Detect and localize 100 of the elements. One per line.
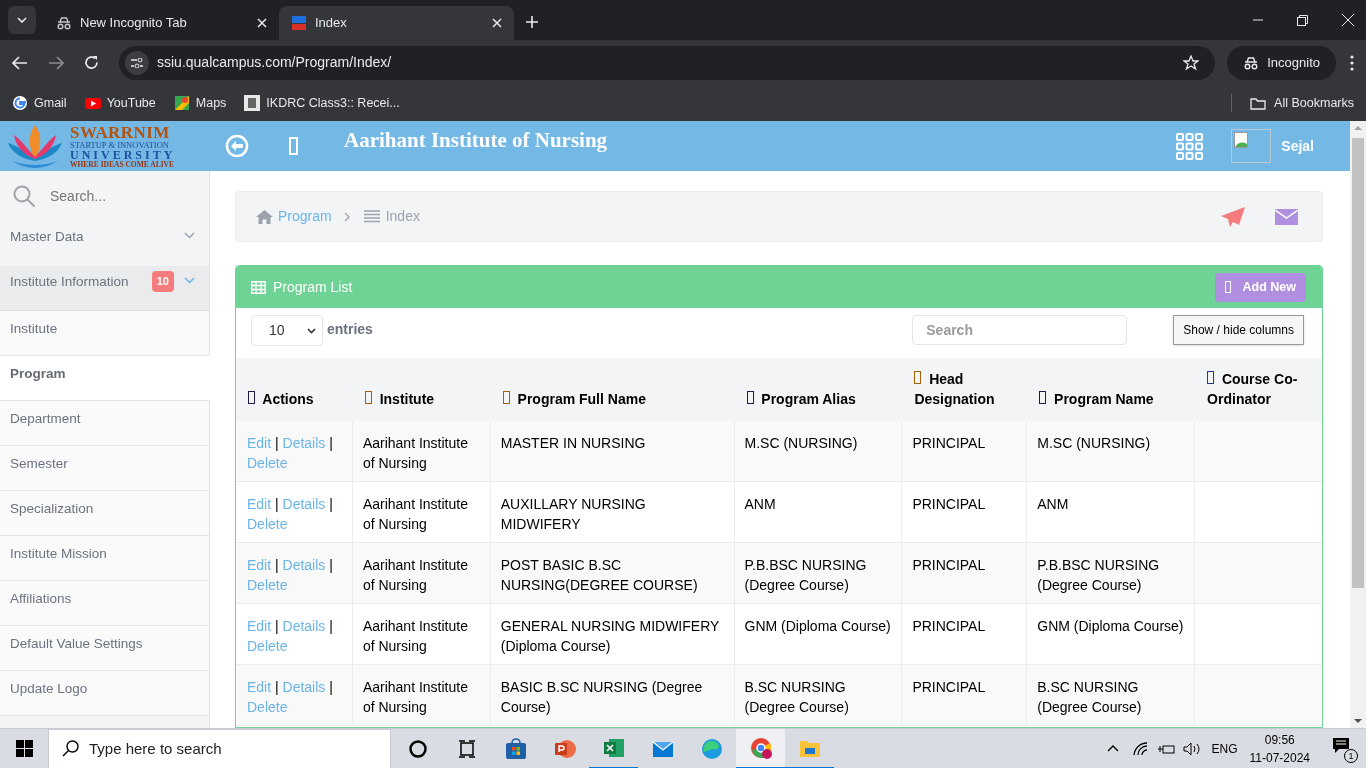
bookmark-link[interactable]: YouTube	[84, 93, 156, 113]
column-header[interactable]: Institute	[352, 358, 491, 421]
image-placeholder-icon	[1234, 132, 1251, 148]
menu-icon[interactable]	[1350, 54, 1354, 71]
show-hide-columns-button[interactable]: Show / hide columns	[1173, 315, 1304, 345]
missing-glyph-icon	[1039, 391, 1047, 404]
separator-text: |	[329, 496, 333, 512]
address-bar[interactable]: ssiu.qualcampus.com/Program/Index/	[119, 45, 1216, 80]
panel-title: Program List	[251, 276, 353, 298]
column-header[interactable]: Program Name	[1027, 358, 1196, 421]
add-new-button[interactable]: Add New	[1214, 272, 1306, 302]
presentation-app-icon	[553, 737, 576, 760]
sidebar-link[interactable]: Department	[0, 401, 209, 446]
table-cell: Aarihant Institute of Nursing	[352, 421, 491, 481]
new-tab-icon[interactable]	[526, 16, 538, 28]
caret-icon	[307, 327, 316, 334]
table-cell: B.SC NURSING (Degree Course)	[734, 665, 903, 725]
sidebar-link[interactable]: Default Value Settings	[0, 626, 209, 671]
chevron-right-icon	[343, 211, 350, 222]
mail-icon[interactable]	[1275, 208, 1298, 225]
separator-text: |	[275, 496, 279, 512]
sidebar-link[interactable]: Program	[0, 356, 210, 401]
table-cell: Aarihant Institute of Nursing	[352, 665, 491, 725]
logo-wordmark: SWARRNIM	[70, 123, 171, 141]
separator-text: |	[275, 679, 279, 695]
sidebar-link[interactable]: Specialization	[0, 491, 209, 536]
table-cell: Aarihant Institute of Nursing	[352, 482, 491, 542]
missing-glyph-icon	[364, 391, 372, 404]
table-cell: PRINCIPAL	[902, 543, 1028, 603]
sidebar-link[interactable]: Institute Mission	[0, 536, 209, 581]
table-cell: PRINCIPAL	[902, 665, 1028, 725]
missing-glyph-icon	[502, 391, 510, 404]
close-icon[interactable]	[257, 18, 267, 28]
table-icon	[251, 280, 266, 294]
separator-text: |	[329, 679, 333, 695]
tab-search-button[interactable]	[8, 6, 36, 34]
breadcrumb-current: Index	[363, 206, 420, 227]
column-header[interactable]: Actions	[236, 358, 353, 421]
restore-icon[interactable]	[1297, 14, 1308, 26]
column-header[interactable]: Program Full Name	[490, 358, 735, 421]
table-cell: GNM (Diploma Course)	[734, 604, 903, 664]
sidebar-search-field[interactable]: Search...	[50, 185, 180, 207]
back-icon[interactable]	[12, 55, 28, 70]
sidebar-link[interactable]: Affiliations	[0, 581, 209, 626]
sidebar-link[interactable]: Institute	[0, 311, 209, 356]
table-cell: P.B.BSC NURSING (Degree Course)	[1027, 543, 1196, 603]
reload-icon[interactable]	[84, 55, 99, 70]
search-icon	[12, 184, 36, 208]
cortana-icon	[406, 737, 429, 760]
table-cell: POST BASIC B.SC NURSING(DEGREE COURSE)	[490, 543, 735, 603]
close-icon[interactable]	[1342, 14, 1354, 26]
bookmark-link[interactable]: Maps	[173, 93, 227, 113]
logo-wordmark: UNIVERSITY	[70, 149, 176, 161]
close-icon[interactable]	[492, 18, 502, 28]
speaker-icon[interactable]	[1183, 741, 1202, 756]
table-cell: PRINCIPAL	[902, 604, 1028, 664]
table-cell: BASIC B.SC NURSING (Degree Course)	[490, 665, 735, 725]
map-pin-icon	[173, 95, 190, 111]
browser-tab[interactable]: New Incognito Tab	[44, 6, 279, 40]
missing-glyph-icon	[914, 371, 922, 384]
browser-tab[interactable]: Index	[279, 6, 514, 40]
wifi-icon[interactable]	[1133, 741, 1150, 756]
spreadsheet-app-icon	[602, 736, 625, 759]
list-icon	[363, 210, 380, 223]
incognito-button[interactable]: Incognito	[1227, 45, 1336, 80]
column-header[interactable]: Program Alias	[734, 358, 903, 421]
language-indicator[interactable]: ENG	[1211, 739, 1238, 758]
separator-text: |	[329, 435, 333, 451]
sidebar-link[interactable]: Semester	[0, 446, 209, 491]
all-bookmarks-button[interactable]: All Bookmarks	[1250, 93, 1354, 113]
sidebar-link[interactable]: Update Logo	[0, 671, 209, 716]
star-icon[interactable]	[1183, 54, 1200, 71]
separator-text: |	[275, 557, 279, 573]
chat-bubble-icon	[1332, 736, 1350, 754]
page-size-select[interactable]: 10	[251, 315, 323, 346]
sidebar-group[interactable]: Institute Information 10	[0, 266, 209, 311]
table-cell: P.B.BSC NURSING (Degree Course)	[734, 543, 903, 603]
column-header[interactable]: Course Co-Ordinator	[1195, 358, 1322, 421]
missing-glyph-icon	[1207, 371, 1215, 384]
institute-title: Aarihant Institute of Nursing	[344, 127, 608, 154]
bookmark-link[interactable]: IKDRC Class3:: Recei...	[244, 93, 400, 113]
table-search-field[interactable]: Search	[912, 315, 1128, 345]
scrollbar[interactable]	[1350, 121, 1366, 728]
clock[interactable]: 09:56 11-07-2024	[1249, 730, 1310, 767]
missing-glyph-icon	[248, 391, 255, 404]
table-cell: M.SC (NURSING)	[1027, 421, 1196, 481]
table-cell: ANM	[1027, 482, 1196, 542]
notification-button[interactable]: 1	[1332, 736, 1356, 761]
google-icon	[12, 95, 28, 111]
folder-icon	[1250, 96, 1267, 110]
chevron-up-icon[interactable]	[1107, 745, 1120, 752]
bookmark-link[interactable]: Gmail	[12, 93, 67, 113]
site-settings-icon	[131, 57, 143, 68]
table-cell: AUXILLARY NURSING MIDWIFERY	[490, 482, 735, 542]
search-icon	[62, 740, 79, 757]
forward-icon[interactable]	[48, 55, 64, 70]
play-icon	[84, 95, 101, 111]
emblem-icon	[244, 95, 261, 111]
incognito-icon	[1243, 55, 1260, 70]
column-header[interactable]: Head Designation	[902, 358, 1028, 421]
